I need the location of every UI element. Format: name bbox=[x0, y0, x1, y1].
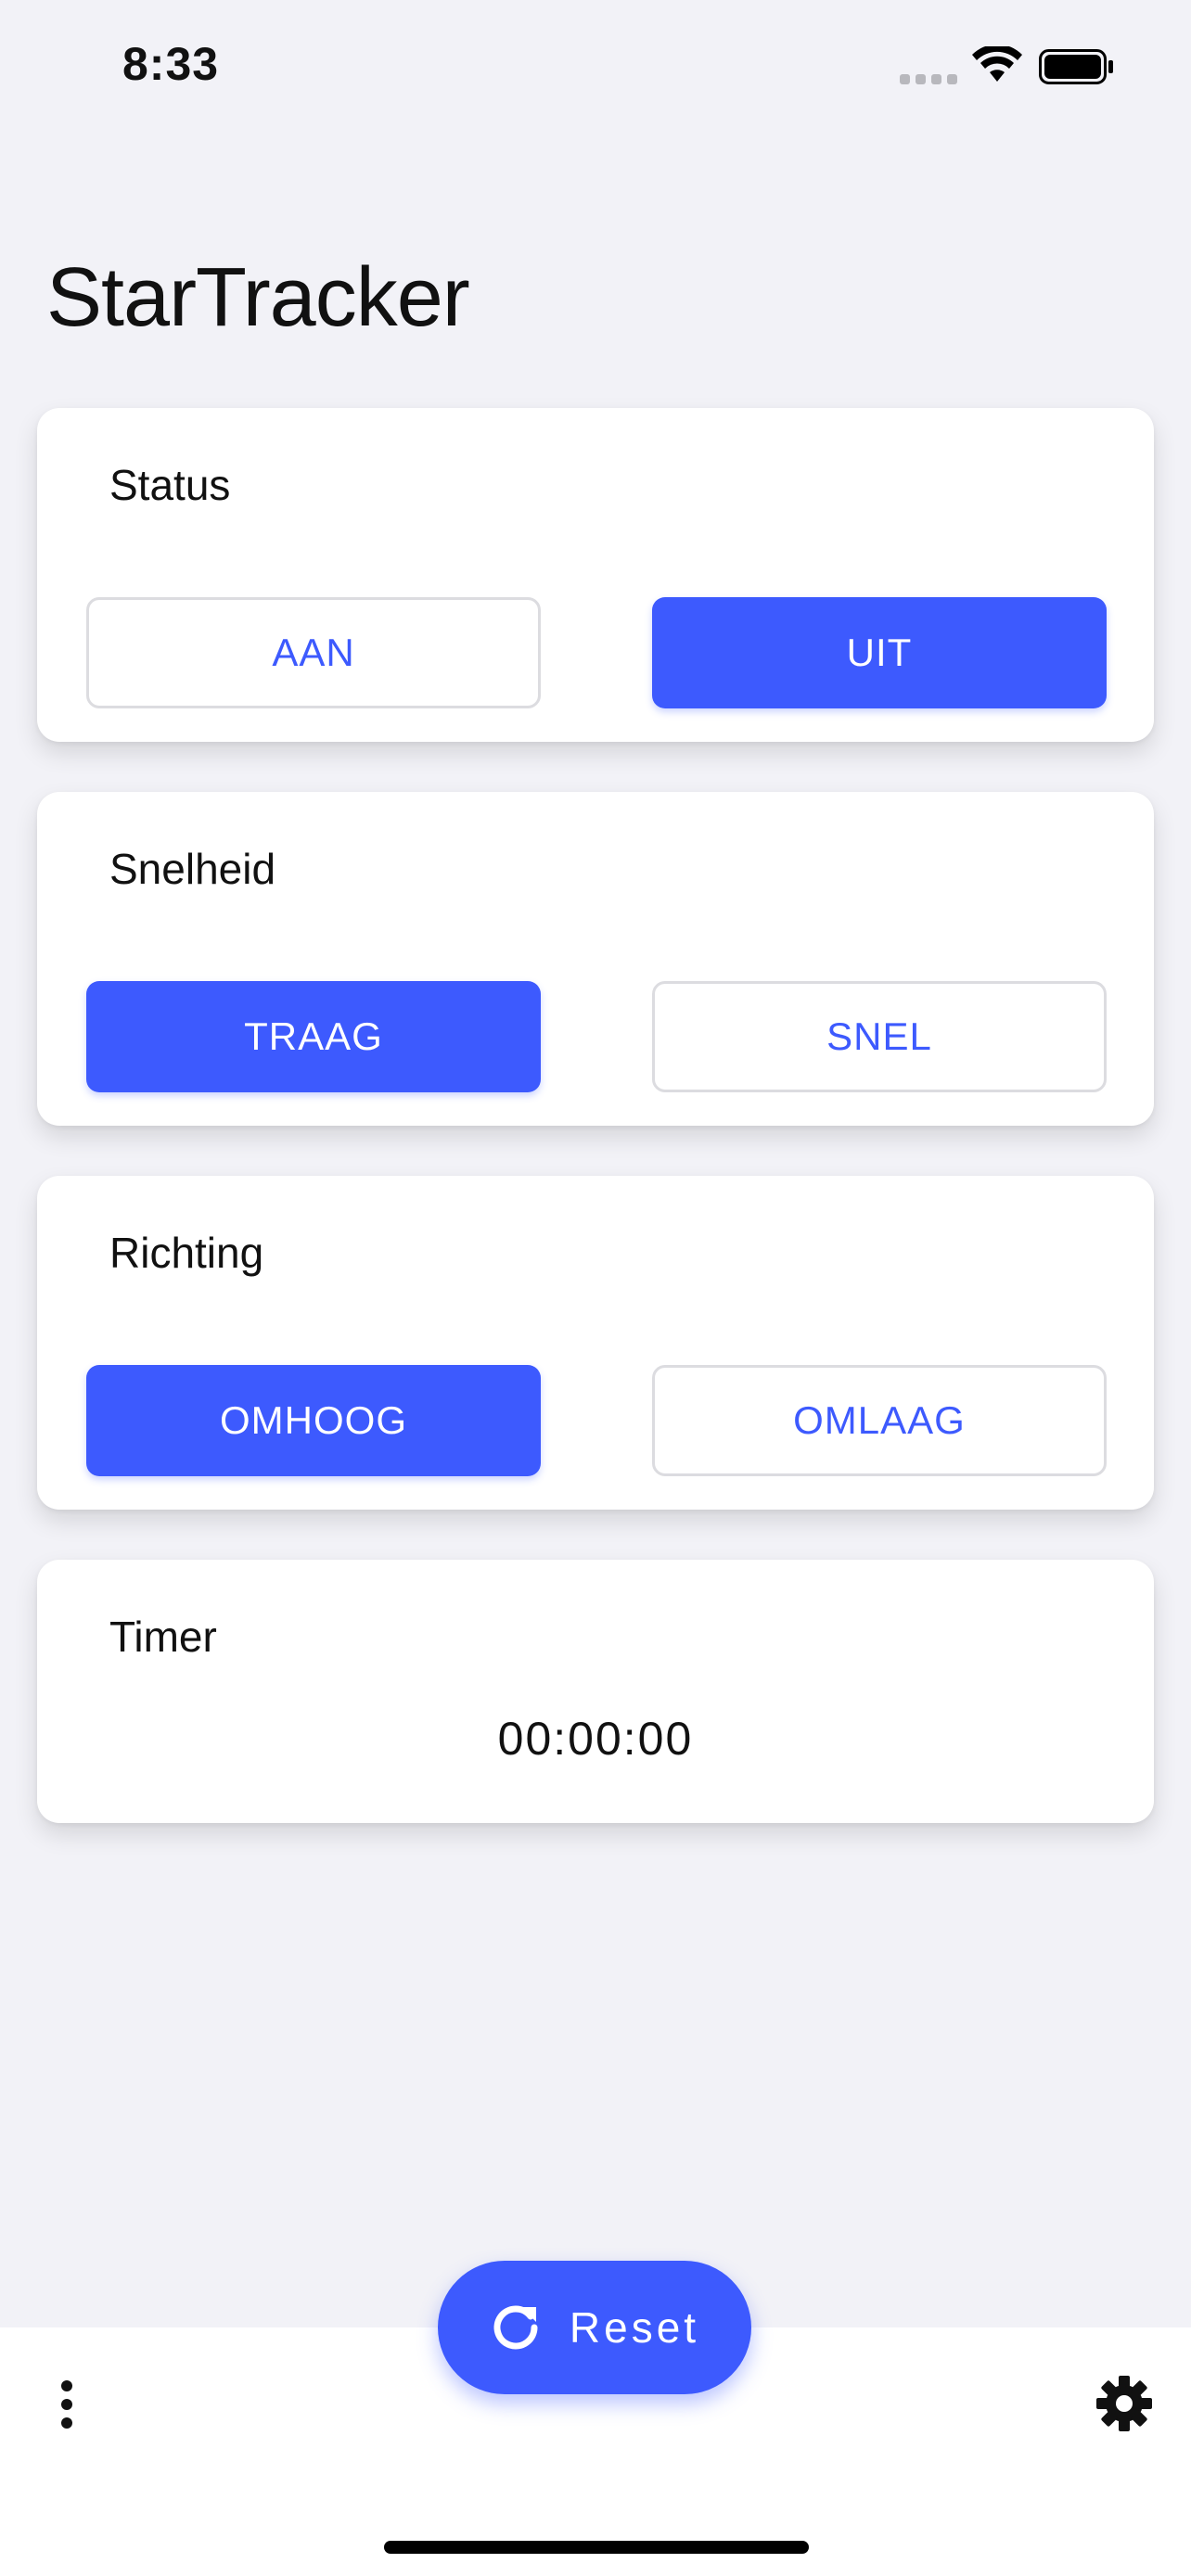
snelheid-card: Snelheid TRAAG SNEL bbox=[37, 792, 1154, 1126]
status-time: 8:33 bbox=[122, 38, 220, 90]
timer-card-title: Timer bbox=[109, 1613, 217, 1661]
aan-button[interactable]: AAN bbox=[86, 597, 541, 708]
gear-icon[interactable] bbox=[1095, 2374, 1154, 2433]
timer-card: Timer 00:00:00 bbox=[37, 1560, 1154, 1823]
omlaag-button[interactable]: OMLAAG bbox=[652, 1365, 1107, 1476]
richting-card-title: Richting bbox=[109, 1229, 264, 1277]
omhoog-button[interactable]: OMHOOG bbox=[86, 1365, 541, 1476]
traag-button[interactable]: TRAAG bbox=[86, 981, 541, 1092]
status-bar: 8:33 bbox=[0, 0, 1191, 130]
reset-label: Reset bbox=[569, 2303, 700, 2352]
battery-icon bbox=[1039, 49, 1113, 84]
timer-value: 00:00:00 bbox=[497, 1713, 694, 1765]
snelheid-card-title: Snelheid bbox=[109, 845, 276, 893]
status-card-title: Status bbox=[109, 461, 231, 509]
home-indicator bbox=[384, 2541, 809, 2554]
signal-icon bbox=[900, 74, 957, 84]
snel-button[interactable]: SNEL bbox=[652, 981, 1107, 1092]
richting-card: Richting OMHOOG OMLAAG bbox=[37, 1176, 1154, 1510]
status-card: Status AAN UIT bbox=[37, 408, 1154, 742]
refresh-icon bbox=[493, 2305, 538, 2350]
wifi-icon bbox=[972, 46, 1022, 82]
page-title: StarTracker bbox=[46, 251, 470, 344]
uit-button[interactable]: UIT bbox=[652, 597, 1107, 708]
more-vertical-icon[interactable] bbox=[54, 2379, 80, 2429]
reset-button[interactable]: Reset bbox=[438, 2261, 751, 2394]
